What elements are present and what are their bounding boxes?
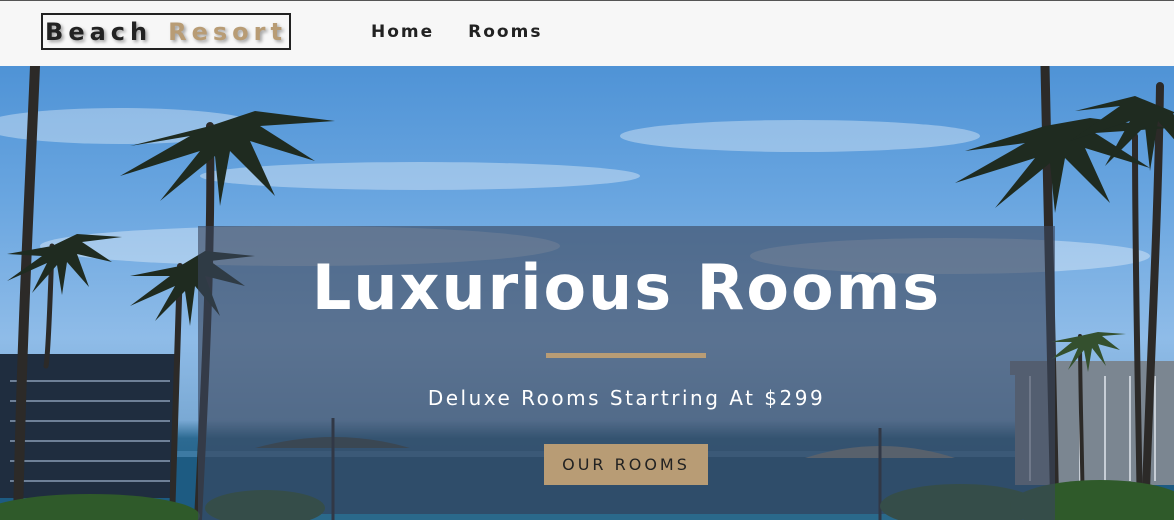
logo-word-beach: Beach [45,17,153,46]
hero-section: Luxurious Rooms Deluxe Rooms Startring A… [0,66,1174,520]
logo-word-resort: Resort [168,17,287,46]
navbar: Beach Resort Home Rooms [0,0,1174,66]
hero-title: Luxurious Rooms [311,251,942,324]
nav-link-rooms[interactable]: Rooms [468,22,542,42]
hero-banner: Luxurious Rooms Deluxe Rooms Startring A… [198,226,1055,520]
site-logo[interactable]: Beach Resort [41,13,291,50]
nav-links: Home Rooms [371,22,542,42]
our-rooms-button[interactable]: OUR ROOMS [544,444,708,485]
nav-link-home[interactable]: Home [371,22,434,42]
title-divider [546,353,706,358]
hero-subtitle: Deluxe Rooms Startring At $299 [427,386,826,410]
